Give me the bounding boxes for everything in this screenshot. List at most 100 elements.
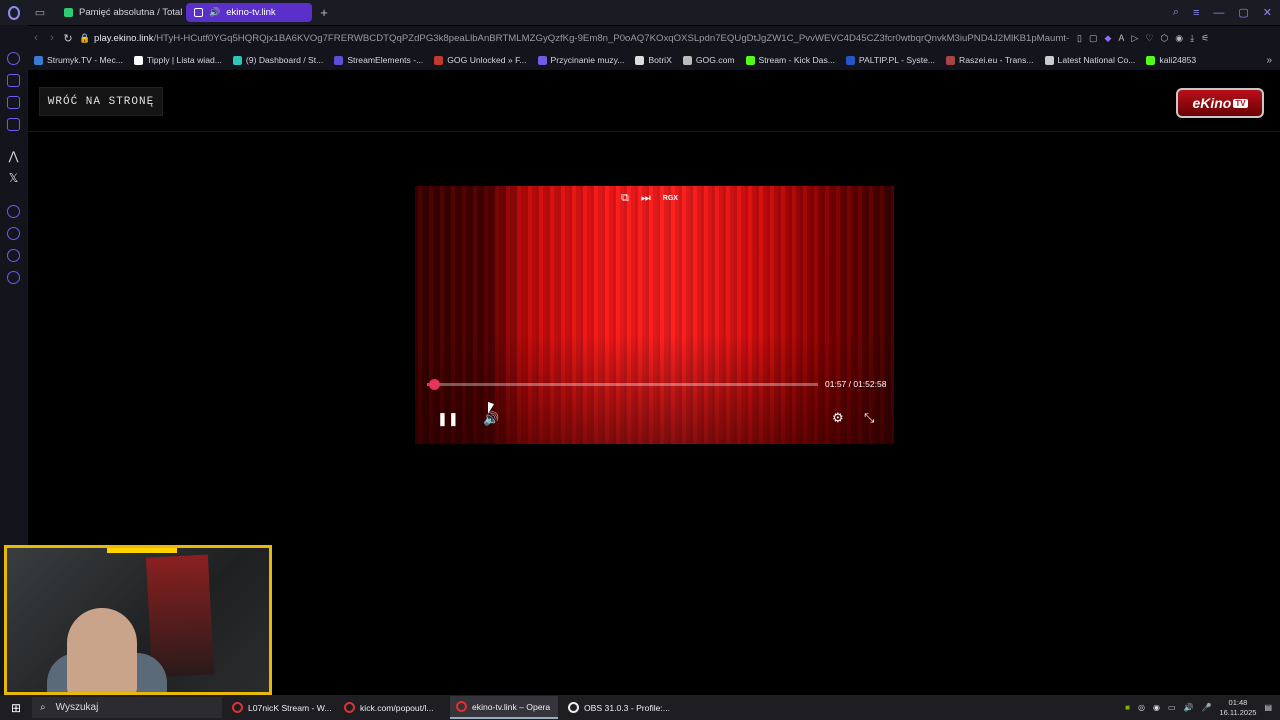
tab-overview-icon[interactable]: ▭ [28,0,52,25]
bookmark-favicon-icon [537,55,547,65]
bookmark-item[interactable]: BotriX [635,55,672,65]
header-divider [28,131,1280,132]
sidebar-settings-icon[interactable] [7,271,20,284]
bookmark-favicon-icon [434,55,444,65]
app-tray-icon[interactable]: ◉ [1153,703,1160,712]
sidebar-aria-icon[interactable] [7,52,20,65]
player-controls-shade [415,334,894,444]
bookmark-item[interactable]: GOG Unlocked » F... [434,55,527,65]
nvidia-icon[interactable]: ■ [1125,703,1130,712]
taskbar-item-kick-popout[interactable]: kick.com/popout/l... [338,696,446,719]
windows-taskbar: ⊞ ⌕ Wyszukaj L07nicK Stream - W... kick.… [0,695,1280,720]
bookmark-favicon-icon [1044,55,1054,65]
bookmark-item[interactable]: StreamElements -... [334,55,423,65]
taskbar-item-kick-stream[interactable]: L07nicK Stream - W... [226,696,334,719]
new-tab-button[interactable]: + [316,5,332,20]
tab-favicon-icon [194,8,203,17]
opera-icon [344,702,355,713]
bookmark-item[interactable]: GOG.com [682,55,735,65]
bookmark-favicon-icon [232,55,242,65]
bookmark-item[interactable]: Latest National Co... [1044,55,1135,65]
seek-bar[interactable] [427,379,818,390]
skip-next-icon[interactable]: ⏭ [641,192,651,205]
tab-pamiec-absolutna[interactable]: Pamięć absolutna / Total R [56,3,182,22]
bookmark-item[interactable]: Przycinanie muzy... [537,55,624,65]
notifications-icon[interactable]: ▤ [1264,703,1272,712]
opera-menu-icon[interactable] [0,0,28,25]
sidebar-pinboard-icon[interactable] [7,249,20,262]
bookmark-item[interactable]: PALTIP.PL - Syste... [845,55,935,65]
bookmark-favicon-icon [34,55,43,65]
tab-title: Pamięć absolutna / Total R [79,7,182,18]
sidebar-x-icon[interactable]: 𝕏 [7,172,20,185]
extensions-icon[interactable]: ⬡ [1160,33,1168,44]
back-to-site-button[interactable]: WRÓĆ NA STRONĘ [39,87,163,116]
bookmark-favicon-icon [845,55,855,65]
lock-icon[interactable]: 🔒 [76,33,94,44]
sidebar-history-icon[interactable] [7,227,20,240]
bookmark-item[interactable]: (9) Dashboard / St... [232,55,323,65]
reload-icon[interactable]: ↻ [60,32,76,45]
seek-bar-handle[interactable] [428,379,440,390]
bookmark-icon[interactable]: ▯ [1077,33,1082,44]
sidebar-crypto-icon[interactable] [7,74,20,87]
easy-setup-icon[interactable]: ⚟ [1201,33,1209,44]
sidebar-messenger-icon[interactable] [7,96,20,109]
system-tray: ■ ◎ ◉ ▭ 🔊 🎤 01:48 16.11.2025 ▤ [1125,695,1272,720]
shield-icon[interactable]: ◆ [1104,33,1111,44]
steam-icon[interactable]: ◎ [1138,703,1145,712]
bookmark-item[interactable]: Stream - Kick Das... [745,55,835,65]
sidebar-mail-icon[interactable] [7,118,20,131]
mouse-cursor [488,401,494,417]
bookmark-favicon-icon [635,55,645,65]
pip-icon[interactable]: ⧉ [621,192,629,205]
opera-icon [456,701,467,712]
close-window-button[interactable]: ✕ [1263,6,1272,19]
settings-gear-icon[interactable]: ⚙ [832,410,844,426]
tab-title: ekino-tv.link [226,7,276,18]
bookmark-item[interactable]: Tipply | Lista wiad... [133,55,222,65]
sidebar-player-icon[interactable] [7,205,20,218]
profile-icon[interactable]: ◉ [1175,33,1183,44]
more-bookmarks-icon[interactable]: » [1266,55,1272,66]
taskbar-search[interactable]: ⌕ Wyszukaj [32,697,222,718]
bookmark-favicon-icon [946,55,956,65]
tabs-menu-icon[interactable]: ≡ [1193,7,1199,19]
address-bar: ‹ › ↻ 🔒 play.ekino.link/HTyH-HCutf0YGq5H… [28,26,1280,50]
player-icon[interactable]: ▷ [1131,33,1138,44]
url-field[interactable]: play.ekino.link/HTyH-HCutf0YGq5HQRQjx1BA… [94,33,1069,44]
player-top-controls: ⧉ ⏭ RGX [621,192,678,205]
webcam-overlay [4,545,272,695]
fullscreen-icon[interactable]: ⤡ [864,410,874,426]
heart-icon[interactable]: ♡ [1145,33,1153,44]
back-icon[interactable]: ‹ [28,32,44,44]
bookmark-item[interactable]: Strumyk.TV - Mec... [34,55,123,65]
bookmark-item[interactable]: kali24853 [1146,55,1196,65]
windows-start-icon[interactable]: ⊞ [0,701,32,715]
search-tabs-icon[interactable]: ⌕ [1173,6,1179,19]
taskbar-item-obs[interactable]: OBS 31.0.3 - Profile:... [562,696,670,719]
bookmarks-bar: Strumyk.TV - Mec... Tipply | Lista wiad..… [28,50,1280,70]
tab-ekino[interactable]: 🔊 ekino-tv.link [186,3,312,22]
maximize-button[interactable]: ▢ [1238,6,1248,19]
ekino-logo[interactable]: eKino TV [1176,88,1264,118]
network-icon[interactable]: ▭ [1168,703,1176,712]
translate-icon[interactable]: A [1118,33,1124,44]
bookmark-item[interactable]: Raszei.eu - Trans... [946,55,1034,65]
webcam-frame-accent [107,548,177,553]
tab-audio-icon[interactable]: 🔊 [209,7,220,18]
pause-icon[interactable]: ❚❚ [437,411,459,427]
microphone-icon[interactable]: 🎤 [1201,703,1211,712]
minimize-button[interactable]: — [1213,7,1224,19]
time-display: 01:57 / 01:52:58 [825,379,887,389]
bookmark-favicon-icon [334,55,344,65]
clock[interactable]: 01:48 16.11.2025 [1219,698,1256,718]
sidebar-arc-icon[interactable]: ⋀ [7,150,20,163]
snapshot-icon[interactable]: ▢ [1089,33,1098,44]
download-icon[interactable]: ⤓ [1190,33,1194,44]
taskbar-item-ekino[interactable]: ekino-tv.link – Opera [450,696,558,719]
volume-tray-icon[interactable]: 🔊 [1184,703,1194,712]
video-player[interactable]: ⧉ ⏭ RGX 01:57 / 01:52:58 ❚❚ 🔊 ⚙ ⤡ [415,186,894,444]
forward-icon[interactable]: › [44,32,60,44]
rgx-button[interactable]: RGX [663,195,678,202]
